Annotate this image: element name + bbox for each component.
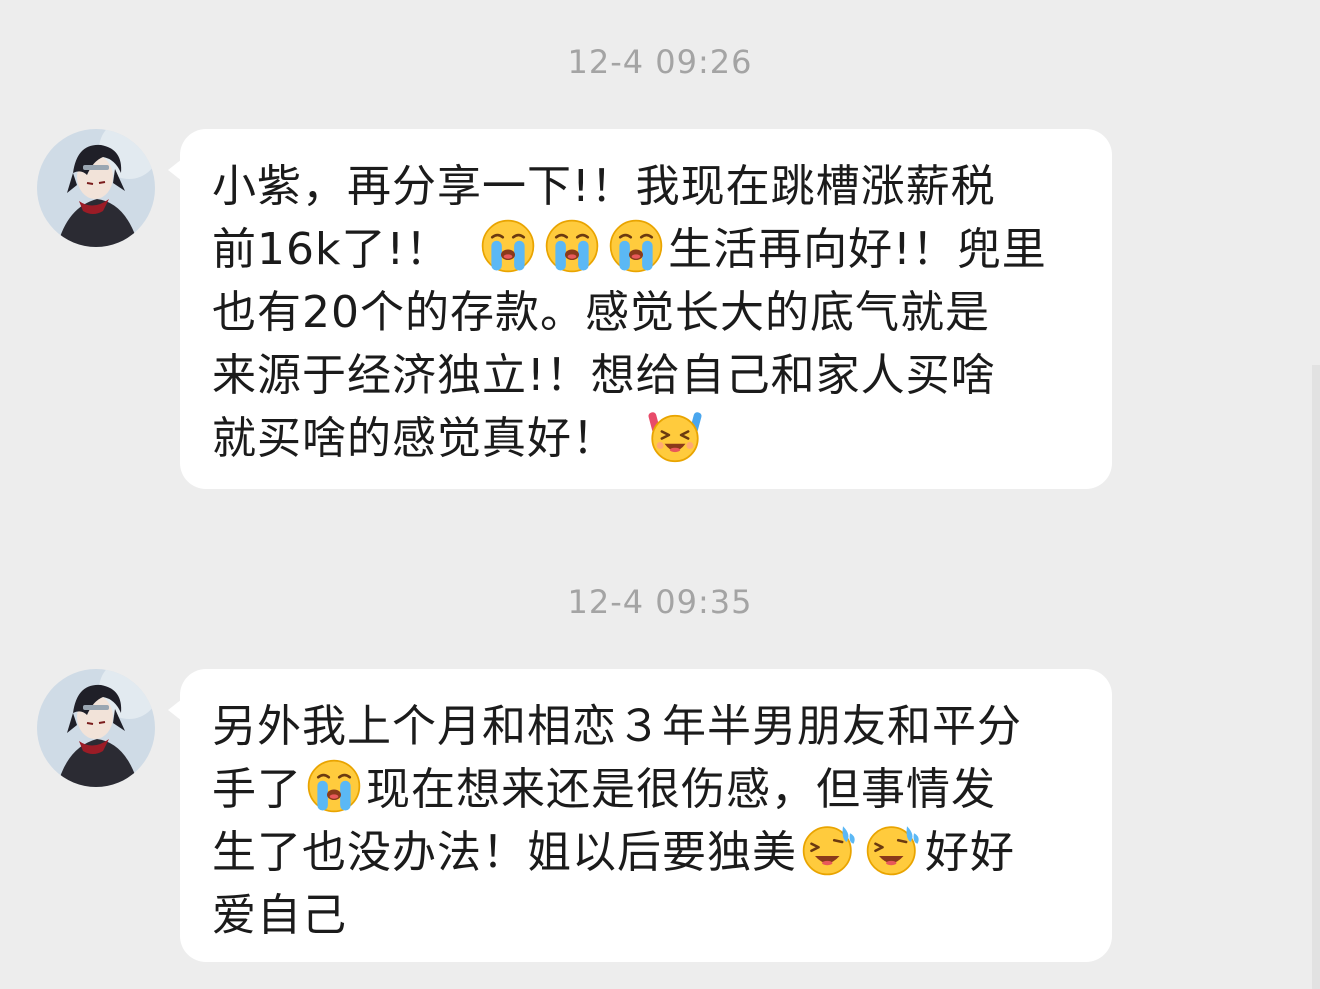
- laugh-cry-icon: [865, 821, 921, 877]
- message-bubble[interactable]: 小紫，再分享一下!！我现在跳槽涨薪税 前16k了!！ 生活再向好!！兜里 也有20…: [168, 129, 1112, 489]
- message-text-line: 手了 现在想来还是很伤感，但事情发: [212, 758, 1082, 821]
- message-text-fragment: 生活再向好!！兜里: [668, 224, 1047, 275]
- party-cheer-icon: [647, 407, 703, 463]
- avatar-image: [37, 669, 155, 787]
- message-text-line: 前16k了!！ 生活再向好!！兜里: [212, 218, 1082, 281]
- message-text-line: 小紫，再分享一下!！我现在跳槽涨薪税: [212, 161, 996, 212]
- sender-avatar[interactable]: [37, 129, 155, 247]
- message-text-line: 爱自己: [212, 890, 347, 941]
- message-text-line: 生了也没办法！姐以后要独美 好好: [212, 821, 1082, 884]
- avatar-image: [37, 129, 155, 247]
- message-text-line: 来源于经济独立!！想给自己和家人买啥: [212, 350, 996, 401]
- loudly-crying-icon: [306, 758, 362, 814]
- message-text-fragment: 手了: [212, 764, 302, 815]
- message-bubble[interactable]: 另外我上个月和相恋３年半男朋友和平分 手了 现在想来还是很伤感，但事情发 生了也没…: [168, 669, 1112, 962]
- loudly-crying-icon: [544, 218, 600, 274]
- message-text-line: 另外我上个月和相恋３年半男朋友和平分: [212, 701, 1022, 752]
- message-text-line: 就买啥的感觉真好！: [212, 407, 1082, 470]
- sender-avatar[interactable]: [37, 669, 155, 787]
- message-text-fragment: 就买啥的感觉真好！: [212, 413, 617, 464]
- loudly-crying-icon: [608, 218, 664, 274]
- message-text-fragment: 前16k了!！: [212, 224, 451, 275]
- message-timestamp: 12-4 09:26: [567, 43, 753, 81]
- message-text-line: 也有20个的存款。感觉长大的底气就是: [212, 287, 990, 338]
- scrollbar[interactable]: [1312, 365, 1320, 989]
- message-timestamp: 12-4 09:35: [567, 583, 753, 621]
- message-text-fragment: 现在想来还是很伤感，但事情发: [366, 764, 996, 815]
- message-text-fragment: 好好: [925, 827, 1015, 878]
- loudly-crying-icon: [480, 218, 536, 274]
- message-text-fragment: 生了也没办法！姐以后要独美: [212, 827, 797, 878]
- laugh-cry-icon: [801, 821, 857, 877]
